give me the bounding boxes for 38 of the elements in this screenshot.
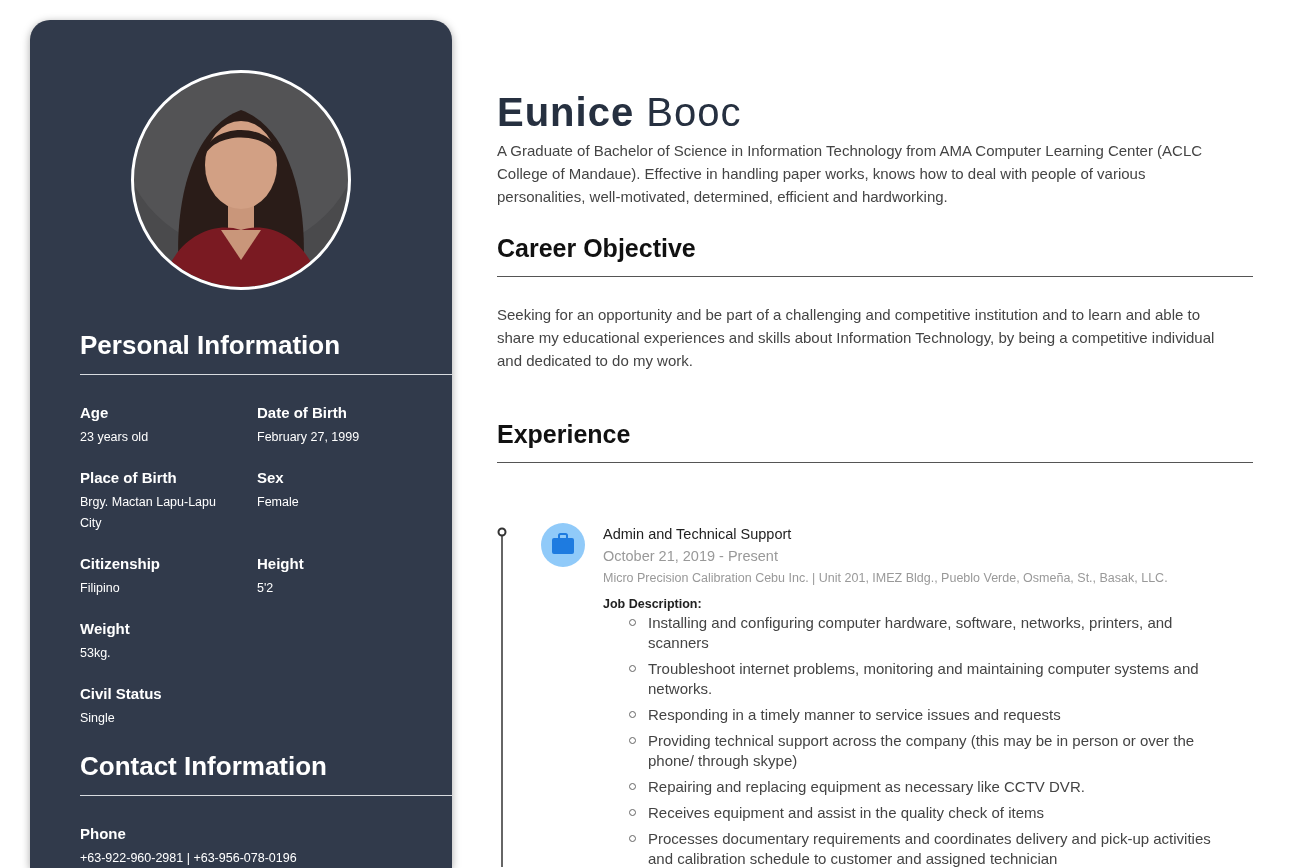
section-heading: Contact Information bbox=[80, 750, 328, 783]
section-heading: Personal Information bbox=[80, 329, 342, 362]
duty-text: Troubleshoot internet problems, monitoring and maintaining computer systems and networks. bbox=[648, 659, 1200, 699]
field-label: Weight bbox=[80, 619, 131, 639]
briefcase-icon bbox=[541, 523, 585, 567]
field-value: 5'2 bbox=[257, 580, 275, 597]
job-title: Admin and Technical Support bbox=[603, 525, 793, 544]
objective-text: Seeking for an opportunity and be part of a challenging and competitive institution and to learn and able to share my educational experiences and skills about Information Technology, by being a competitive individual and dedicated to do my work. bbox=[497, 305, 1216, 371]
description-label: Job Description: bbox=[603, 596, 703, 613]
field-value: 23 years old bbox=[80, 429, 150, 446]
field-value: Female bbox=[257, 494, 300, 511]
section-heading: Experience bbox=[497, 419, 632, 450]
summary-text: A Graduate of Bachelor of Science in Information Technology from AMA Computer Learning Center (ACLC College of Mandaue). Effective in handling paper works, knows how to deal with people of various personalities, well-motivated, determined, efficient and hardworking. bbox=[497, 141, 1204, 207]
field-value: 53kg. bbox=[80, 645, 112, 662]
duty-text: Responding in a timely manner to service issues and requests bbox=[648, 705, 1062, 725]
field-label: Height bbox=[257, 554, 305, 574]
field-label: Phone bbox=[80, 824, 127, 844]
field-value: Filipino bbox=[80, 580, 121, 597]
field-label: Age bbox=[80, 403, 110, 423]
duty-text: Providing technical support across the company (this may be in person or over the phone/ through skype) bbox=[648, 731, 1196, 771]
job-dates: October 21, 2019 - Present bbox=[603, 547, 779, 566]
field-label: Sex bbox=[257, 468, 285, 488]
field-label: Date of Birth bbox=[257, 403, 348, 423]
field-value: Brgy. Mactan Lapu-Lapu City bbox=[80, 494, 217, 532]
duty-text: Receives equipment and assist in the quality check of items bbox=[648, 803, 1046, 823]
field-label: Place of Birth bbox=[80, 468, 178, 488]
section-heading: Career Objective bbox=[497, 233, 697, 264]
field-label: Civil Status bbox=[80, 684, 163, 704]
first-name: Eunice bbox=[497, 90, 635, 134]
field-value: +63-922-960-2981 | +63-956-078-0196 bbox=[80, 850, 298, 867]
duty-text: Installing and configuring computer hardware, software, networks, printers, and scanners bbox=[648, 613, 1174, 653]
duty-text: Repairing and replacing equipment as necessary like CCTV DVR. bbox=[648, 777, 1086, 797]
duty-text: Processes documentary requirements and coordinates delivery and pick-up activities and calibration schedule to customer and assigned technician bbox=[648, 829, 1212, 868]
field-value: February 27, 1999 bbox=[257, 429, 361, 446]
last-name: Booc bbox=[646, 90, 742, 134]
field-value: Single bbox=[80, 710, 116, 727]
company-text: Micro Precision Calibration Cebu Inc. | Unit 201, IMEZ Bldg., Pueblo Verde, Osmeña, St., Basak, LLC. bbox=[603, 570, 1169, 587]
field-label: Citizenship bbox=[80, 554, 161, 574]
